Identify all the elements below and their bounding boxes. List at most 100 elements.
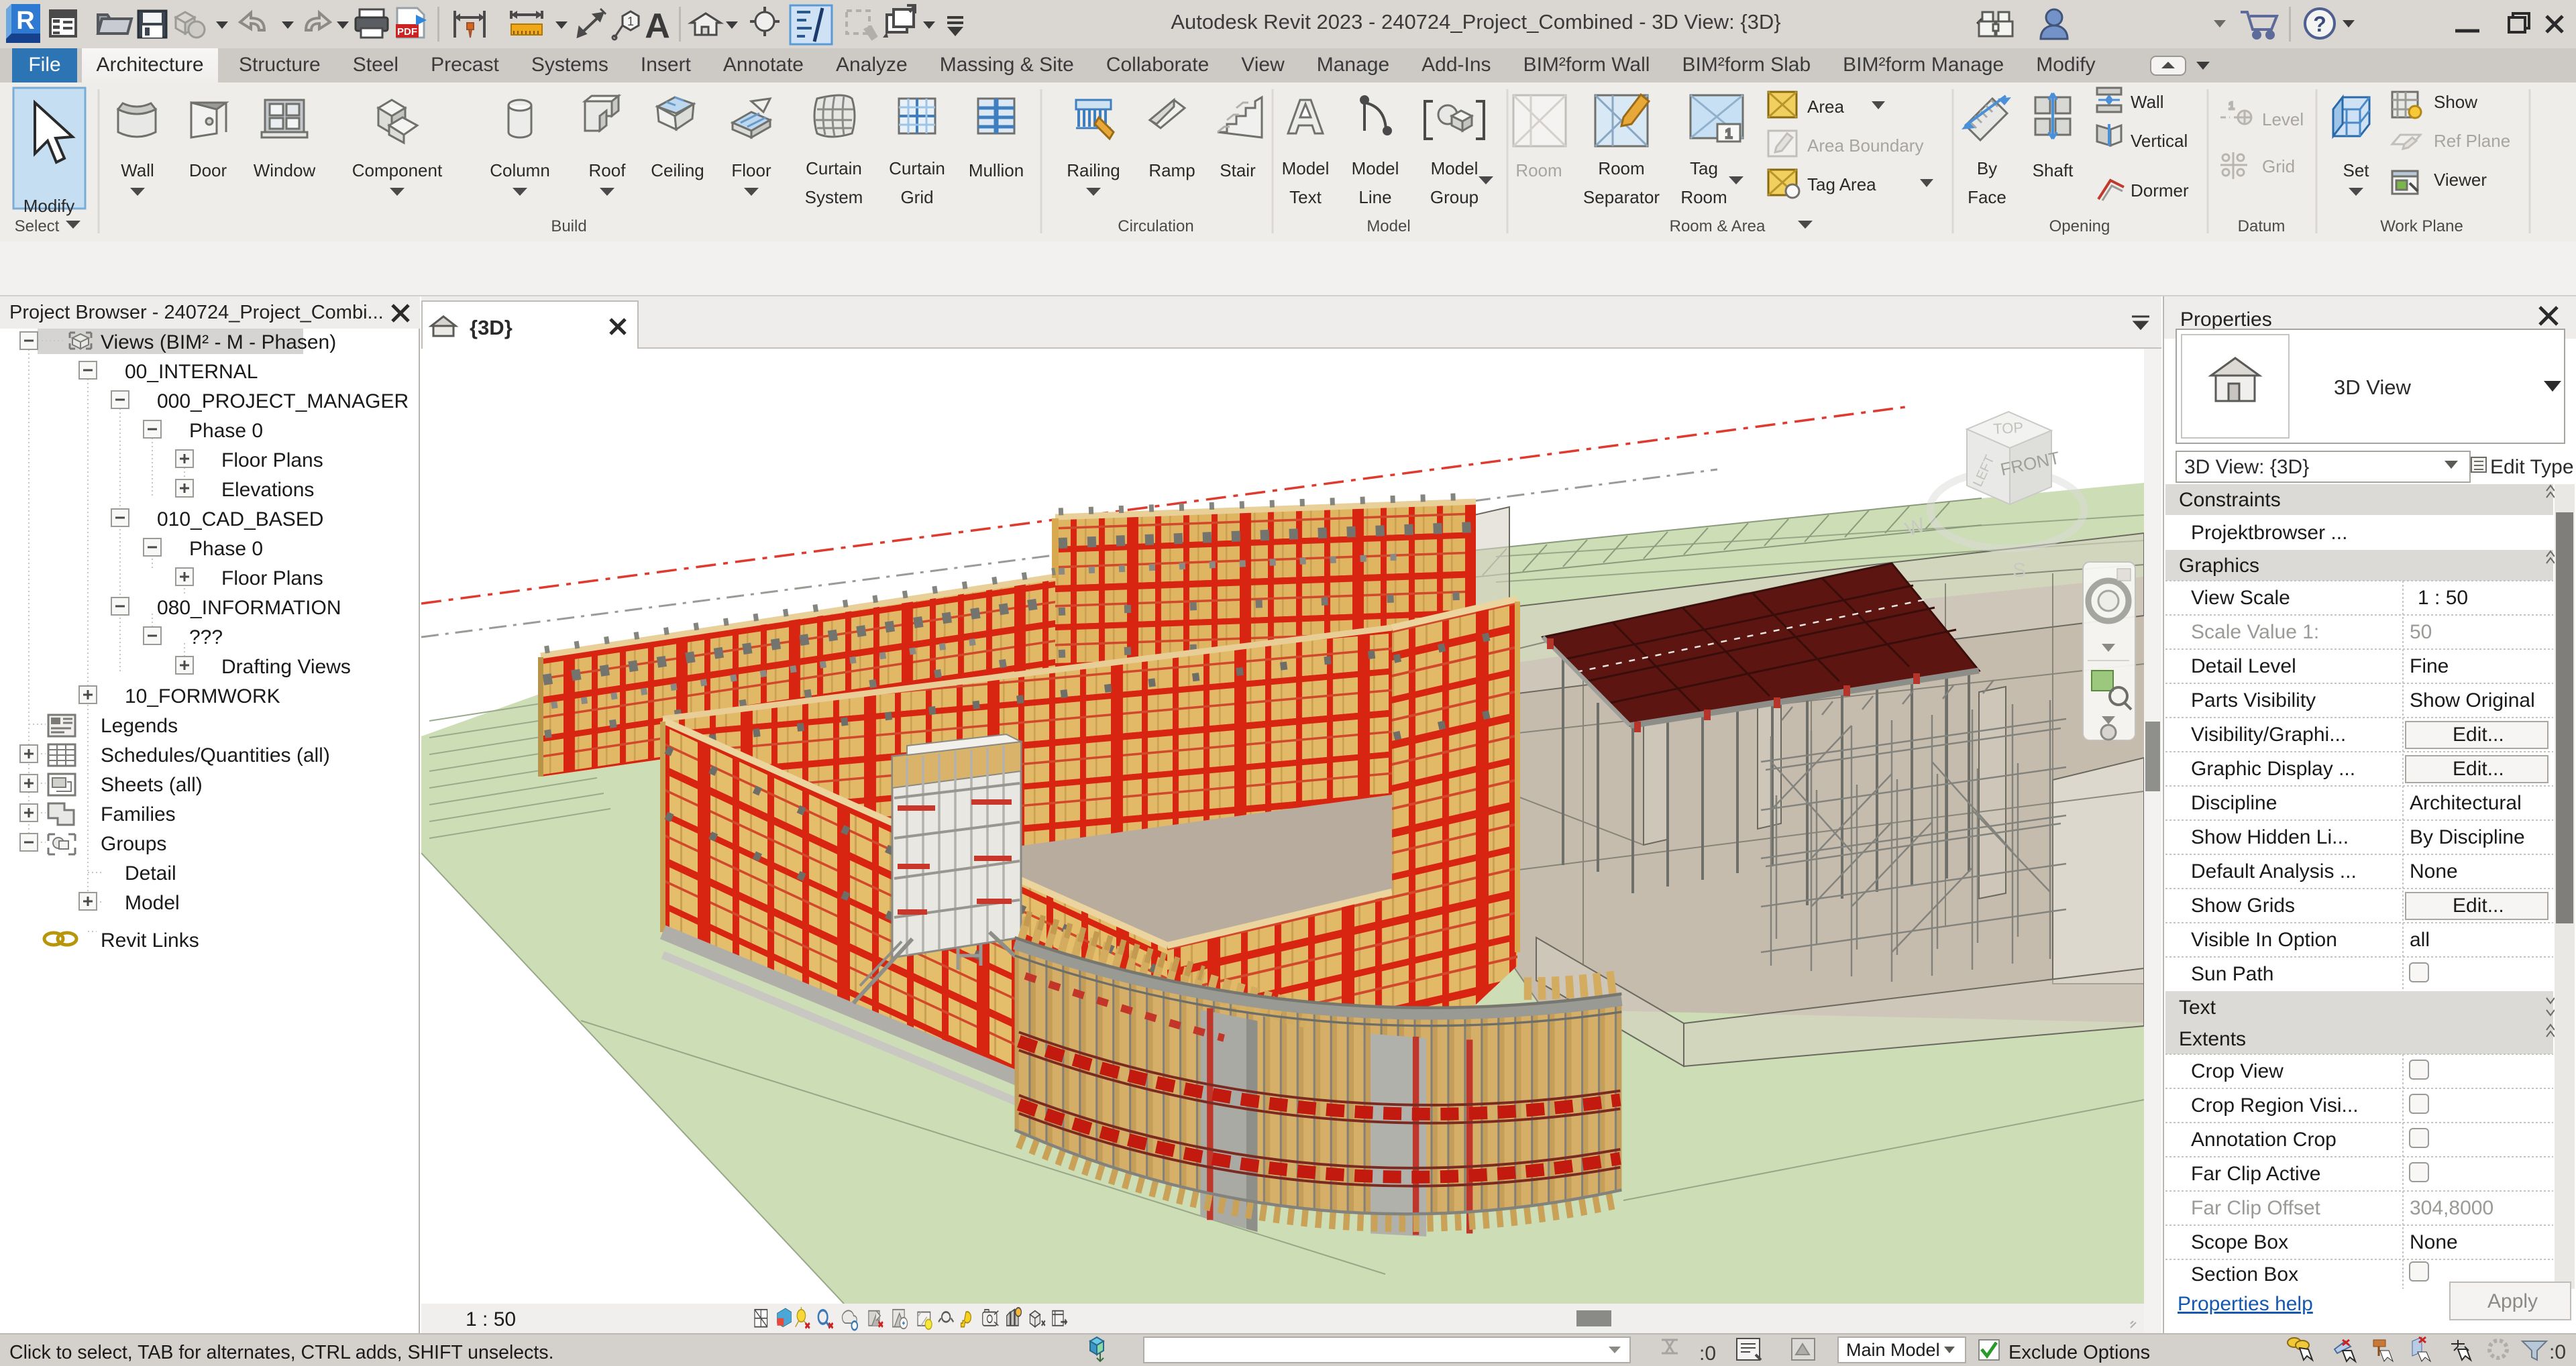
svg-text:Architectural: Architectural: [2410, 792, 2522, 814]
svg-text:Viewer: Viewer: [2434, 170, 2487, 190]
svg-text:{3D}: {3D}: [470, 316, 513, 339]
svg-text:Grid: Grid: [900, 187, 933, 207]
svg-text:Column: Column: [490, 160, 550, 180]
svg-text:Room & Area: Room & Area: [1670, 217, 1766, 235]
svg-text:Separator: Separator: [1583, 187, 1660, 207]
svg-text:By Discipline: By Discipline: [2410, 826, 2525, 848]
svg-text:A: A: [645, 7, 670, 46]
svg-text:Area Boundary: Area Boundary: [1807, 135, 1923, 156]
svg-text:Constraints: Constraints: [2179, 489, 2281, 511]
svg-text:Phase 0: Phase 0: [189, 420, 263, 442]
svg-text:Crop View: Crop View: [2191, 1060, 2284, 1082]
svg-text:???: ???: [189, 626, 223, 648]
svg-text:080_INFORMATION: 080_INFORMATION: [157, 597, 341, 619]
svg-text:Room: Room: [1515, 160, 1562, 180]
svg-text:Model: Model: [1352, 158, 1399, 178]
svg-text:3D View: 3D View: [2334, 376, 2411, 399]
svg-text:Model: Model: [1366, 217, 1410, 235]
svg-text:Grid: Grid: [2262, 156, 2295, 176]
svg-text:System: System: [805, 187, 863, 207]
svg-text:Projektbrowser ...: Projektbrowser ...: [2191, 522, 2347, 544]
svg-text:1 : 50: 1 : 50: [466, 1308, 516, 1330]
svg-text:PDF: PDF: [397, 26, 417, 38]
svg-text:Legends: Legends: [101, 715, 178, 737]
svg-text:Build: Build: [551, 217, 586, 235]
svg-text:Edit...: Edit...: [2453, 895, 2504, 917]
svg-text:Elevations: Elevations: [221, 479, 314, 501]
svg-text:Work Plane: Work Plane: [2380, 217, 2463, 235]
svg-text:Default Analysis ...: Default Analysis ...: [2191, 860, 2357, 883]
svg-text:Level: Level: [2262, 109, 2304, 129]
svg-text:Model: Model: [1282, 158, 1330, 178]
svg-text:Parts Visibility: Parts Visibility: [2191, 689, 2316, 712]
svg-text:Text: Text: [2179, 997, 2216, 1019]
svg-text:50: 50: [2410, 621, 2432, 643]
svg-text:00_INTERNAL: 00_INTERNAL: [125, 361, 258, 383]
svg-text:TOP: TOP: [1993, 419, 2024, 437]
svg-text:Families: Families: [101, 803, 176, 826]
svg-text:Curtain: Curtain: [806, 158, 862, 178]
svg-text:Datum: Datum: [2238, 217, 2286, 235]
svg-text:Shaft: Shaft: [2033, 160, 2074, 180]
svg-text:all: all: [2410, 929, 2430, 951]
svg-text:Text: Text: [1289, 187, 1322, 207]
svg-text:Discipline: Discipline: [2191, 792, 2277, 814]
svg-text:1: 1: [627, 15, 634, 28]
svg-text:Ref Plane: Ref Plane: [2434, 131, 2510, 151]
svg-text:None: None: [2410, 1231, 2458, 1253]
svg-text:Face: Face: [1968, 187, 2006, 207]
svg-text:Show: Show: [2434, 92, 2477, 112]
svg-text:Room: Room: [1680, 187, 1727, 207]
svg-text:Component: Component: [352, 160, 443, 180]
svg-text:Wall: Wall: [121, 160, 154, 180]
svg-text:304,8000: 304,8000: [2410, 1197, 2493, 1219]
svg-text:Group: Group: [1430, 187, 1479, 207]
svg-text:Door: Door: [189, 160, 227, 180]
svg-text:Stair: Stair: [1220, 160, 1256, 180]
svg-text:Graphics: Graphics: [2179, 555, 2259, 577]
svg-text:Set: Set: [2343, 160, 2369, 180]
svg-text:?: ?: [2313, 12, 2326, 36]
svg-text:Wall: Wall: [2131, 92, 2164, 112]
svg-text:Room: Room: [1598, 158, 1644, 178]
svg-text:Show Original: Show Original: [2410, 689, 2535, 712]
svg-text:Extents: Extents: [2179, 1028, 2246, 1050]
svg-text:Select: Select: [15, 217, 60, 235]
svg-text::0: :0: [2549, 1341, 2566, 1363]
svg-text:Mullion: Mullion: [969, 160, 1024, 180]
svg-text:Roof: Roof: [589, 160, 627, 180]
svg-text:Properties: Properties: [2180, 308, 2272, 331]
svg-text:Section Box: Section Box: [2191, 1263, 2298, 1286]
svg-text:Scale Value 1:: Scale Value 1:: [2191, 621, 2319, 643]
svg-text:Fine: Fine: [2410, 655, 2449, 677]
svg-text:Visibility/Graphi...: Visibility/Graphi...: [2191, 724, 2346, 746]
svg-text:Properties help: Properties help: [2178, 1293, 2313, 1315]
svg-text:Sun Path: Sun Path: [2191, 963, 2273, 985]
svg-text:Crop Region Visi...: Crop Region Visi...: [2191, 1094, 2359, 1117]
svg-text:3D View: {3D}: 3D View: {3D}: [2184, 456, 2309, 478]
svg-text:View Scale: View Scale: [2191, 587, 2290, 609]
svg-text:Show Grids: Show Grids: [2191, 895, 2295, 917]
svg-text::0: :0: [1699, 1343, 1716, 1365]
svg-text:Phase 0: Phase 0: [189, 538, 263, 560]
svg-text:10_FORMWORK: 10_FORMWORK: [125, 685, 280, 707]
svg-text:1: 1: [2229, 101, 2235, 112]
svg-text:By: By: [1977, 158, 1997, 178]
svg-text:Floor Plans: Floor Plans: [221, 449, 323, 471]
svg-text:Exclude Options: Exclude Options: [2008, 1342, 2150, 1363]
svg-text:Model: Model: [125, 892, 180, 914]
svg-text:Detail Level: Detail Level: [2191, 655, 2296, 677]
svg-text:000_PROJECT_MANAGER: 000_PROJECT_MANAGER: [157, 390, 409, 412]
svg-text:Visible In Option: Visible In Option: [2191, 929, 2337, 951]
svg-text:Ceiling: Ceiling: [651, 160, 704, 180]
svg-text:Vertical: Vertical: [2131, 131, 2188, 151]
svg-text:Line: Line: [1358, 187, 1391, 207]
svg-text:Dormer: Dormer: [2131, 180, 2189, 201]
svg-text:Floor: Floor: [731, 160, 771, 180]
svg-text:Edit...: Edit...: [2453, 758, 2504, 780]
svg-text:Far Clip Offset: Far Clip Offset: [2191, 1197, 2320, 1219]
svg-text:Edit Type: Edit Type: [2490, 456, 2574, 478]
svg-text:Click to select, TAB for alter: Click to select, TAB for alternates, CTR…: [9, 1342, 554, 1363]
svg-text:Show Hidden Li...: Show Hidden Li...: [2191, 826, 2349, 848]
svg-text:Annotation Crop: Annotation Crop: [2191, 1129, 2337, 1151]
